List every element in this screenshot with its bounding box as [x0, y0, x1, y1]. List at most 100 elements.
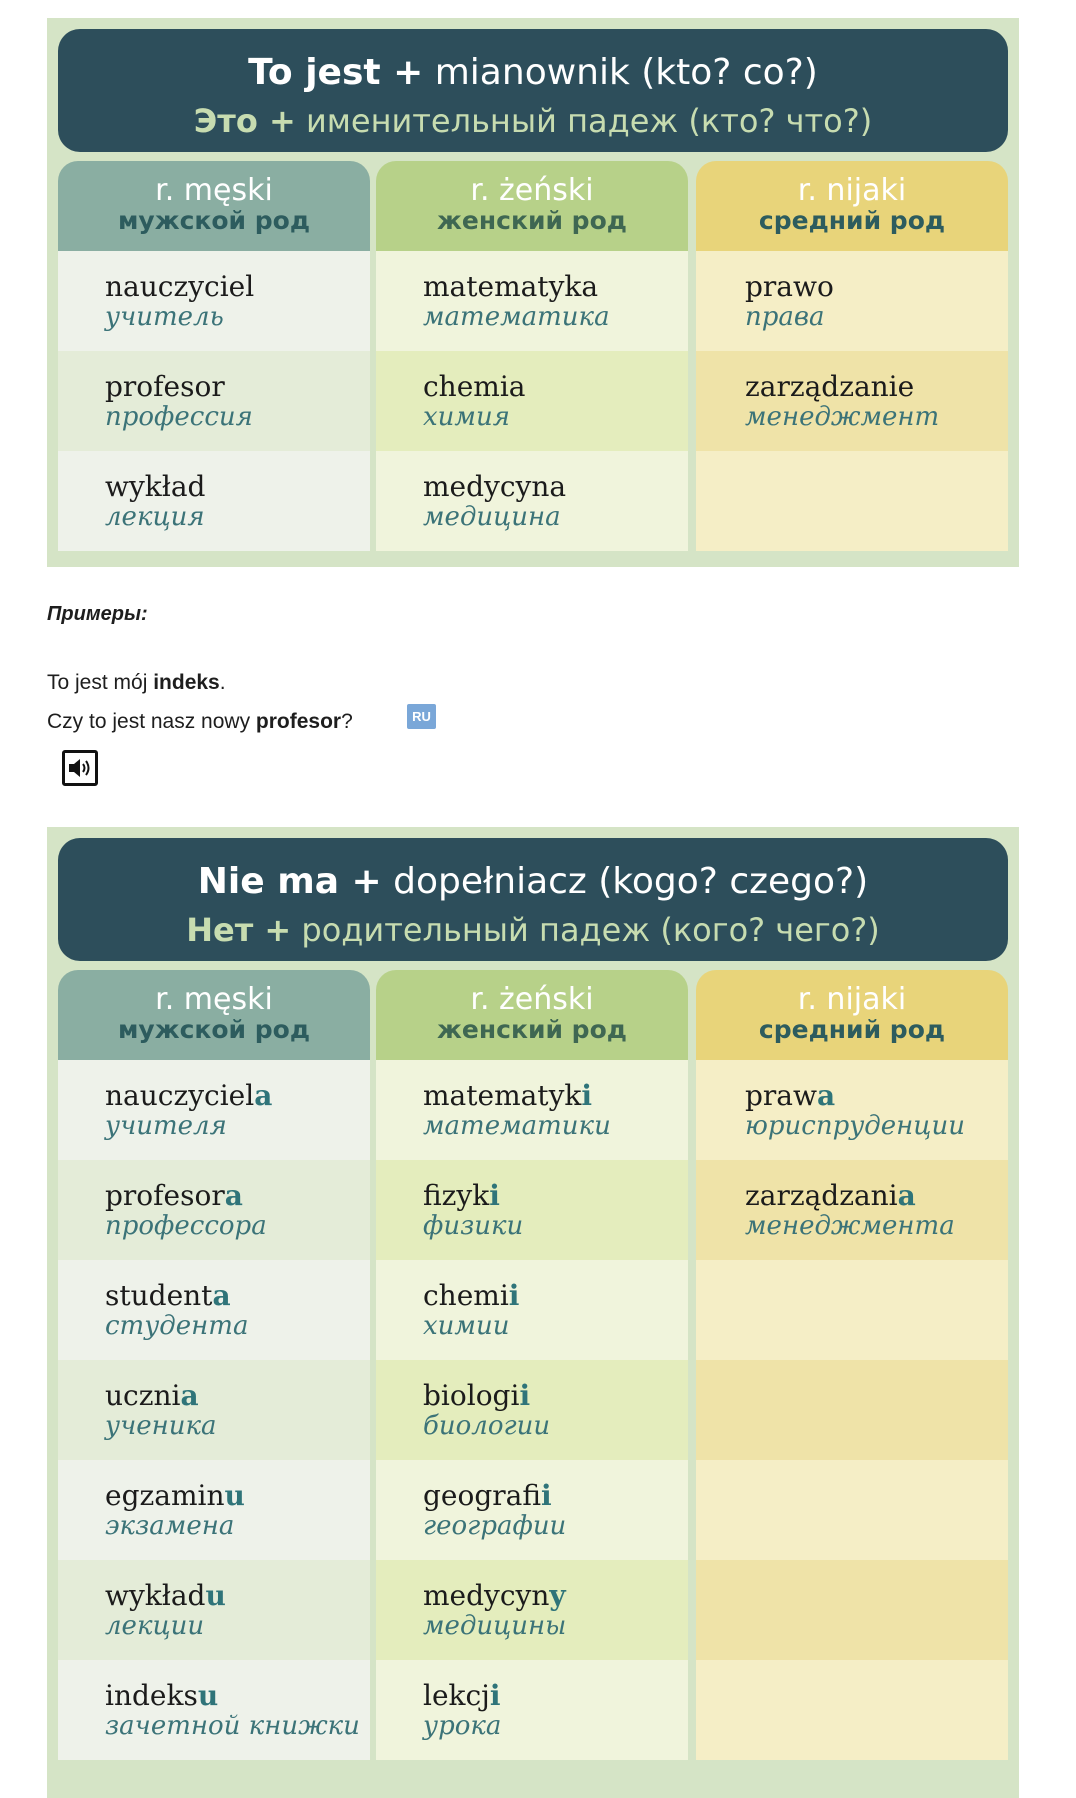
column-header: r. męski мужской род [58, 970, 370, 1060]
word-cell: wykład лекция [58, 451, 370, 551]
genitive-ending: y [549, 1579, 566, 1612]
header-ru: женский род [437, 206, 627, 235]
genitive-ending: u [205, 1579, 226, 1612]
column-feminine: r. żeński женский род matematyka математи… [376, 161, 688, 551]
word-cell: zarządzanie менеджмент [696, 351, 1008, 451]
word-pl: indeksu [105, 1679, 219, 1712]
word-pl: fizyki [423, 1179, 500, 1212]
header-ru: женский род [437, 1015, 627, 1044]
word-ru: менеджмента [745, 1211, 955, 1241]
word-pl: ucznia [105, 1379, 199, 1412]
genitive-ending: a [254, 1079, 273, 1112]
banner-title-ru: Это + именительный падеж (кто? что?) [193, 102, 873, 140]
word-pl: wykładu [105, 1579, 226, 1612]
genitive-ending: i [489, 1179, 500, 1212]
genitive-ending: i [519, 1379, 531, 1412]
header-pl: r. męski [155, 173, 273, 208]
word-pl: prawa [745, 1079, 836, 1112]
nominative-banner: To jest + mianownik (kto? co?) Это + име… [58, 29, 1008, 152]
empty-cell [696, 451, 1008, 551]
column-header: r. nijaki средний род [696, 970, 1008, 1060]
header-ru: средний род [758, 1015, 946, 1044]
header-pl: r. żeński [470, 173, 594, 208]
word-ru: урока [423, 1711, 502, 1741]
word-ru: химии [423, 1311, 510, 1341]
word-cell: prawa юриспруденции [696, 1060, 1008, 1160]
example-sentence-2: Czy to jest nasz nowy profesor? [47, 710, 353, 733]
word-cell: medycyna медицина [376, 451, 688, 551]
word-pl: medycyny [423, 1579, 566, 1612]
word-cell: indeksu зачетной книжки [58, 1660, 370, 1760]
word-cell: nauczyciela учителя [58, 1060, 370, 1160]
word-ru: студента [105, 1311, 249, 1341]
word-pl: chemii [423, 1279, 520, 1312]
genitive-table: Nie ma + dopełniacz (kogo? czego?) Нет +… [47, 827, 1019, 1798]
column-masculine: r. męski мужской род nauczyciela учителя p… [58, 970, 370, 1760]
header-pl: r. żeński [470, 982, 594, 1017]
column-masculine: r. męski мужской род nauczyciel учитель p… [58, 161, 370, 551]
nominative-table: To jest + mianownik (kto? co?) Это + име… [47, 18, 1019, 567]
word-cell: zarządzania менеджмента [696, 1160, 1008, 1260]
word-ru: математики [423, 1111, 611, 1141]
word-cell: profesor профессия [58, 351, 370, 451]
word-cell: prawo права [696, 251, 1008, 351]
word-ru: учителя [105, 1111, 227, 1141]
word-ru: профессора [105, 1211, 267, 1241]
word-cell: chemii химии [376, 1260, 688, 1360]
word-cell: profesora профессора [58, 1160, 370, 1260]
word-pl: profesora [105, 1179, 243, 1212]
header-pl: r. nijaki [797, 173, 907, 208]
banner-title-pl: To jest + mianownik (kto? co?) [248, 52, 818, 93]
word-ru: зачетной книжки [105, 1711, 360, 1741]
word-cell: geografii географии [376, 1460, 688, 1560]
header-ru: средний род [758, 206, 946, 235]
column-neuter: r. nijaki средний род prawo права zarządz… [696, 161, 1008, 551]
word-pl: lekcji [423, 1679, 501, 1712]
word-cell: biologii биологии [376, 1360, 688, 1460]
header-ru: мужской род [117, 1015, 311, 1044]
column-header: r. żeński женский род [376, 970, 688, 1060]
column-feminine: r. żeński женский род matematyki математи… [376, 970, 688, 1760]
word-cell: studenta студента [58, 1260, 370, 1360]
word-ru: географии [423, 1511, 567, 1541]
genitive-ending: a [224, 1179, 243, 1212]
speaker-icon [69, 759, 90, 777]
word-cell: nauczyciel учитель [58, 251, 370, 351]
empty-cell [696, 1460, 1008, 1560]
word-cell: fizyki физики [376, 1160, 688, 1260]
word-cell: lekcji урока [376, 1660, 688, 1760]
genitive-ending: a [212, 1279, 231, 1312]
word-cell: wykładu лекции [58, 1560, 370, 1660]
word-cell: chemia химия [376, 351, 688, 451]
examples-heading: Примеры: [47, 603, 148, 625]
column-neuter: r. nijaki средний род prawa юриспруденции… [696, 970, 1008, 1760]
word-ru: физики [423, 1211, 524, 1241]
word-pl: egzaminu [105, 1479, 245, 1512]
word-ru: юриспруденции [745, 1111, 965, 1141]
word-cell: medycyny медицины [376, 1560, 688, 1660]
column-header: r. żeński женский род [376, 161, 688, 251]
word-pl: studenta [105, 1279, 231, 1312]
word-ru: экзамена [105, 1511, 235, 1541]
genitive-ending: i [508, 1279, 520, 1312]
genitive-ending: a [897, 1179, 916, 1212]
word-pl: geografii [423, 1479, 552, 1512]
example-sentence-1: To jest mój indeks. [47, 671, 226, 694]
word-cell: matematyka математика [376, 251, 688, 351]
word-ru: биологии [423, 1411, 551, 1441]
header-pl: r. nijaki [797, 982, 907, 1017]
genitive-banner: Nie ma + dopełniacz (kogo? czego?) Нет +… [58, 838, 1008, 961]
audio-play-button[interactable] [62, 750, 98, 786]
header-pl: r. męski [155, 982, 273, 1017]
column-header: r. nijaki средний род [696, 161, 1008, 251]
translation-ru-button[interactable]: RU [407, 704, 436, 729]
genitive-ending: a [180, 1379, 199, 1412]
banner-title-ru: Нет + родительный падеж (кого? чего?) [186, 911, 880, 949]
word-cell: ucznia ученика [58, 1360, 370, 1460]
genitive-ending: i [581, 1079, 592, 1112]
genitive-ending: i [541, 1479, 552, 1512]
word-pl: biologii [423, 1379, 531, 1412]
genitive-ending: i [489, 1679, 501, 1712]
word-cell: egzaminu экзамена [58, 1460, 370, 1560]
empty-cell [696, 1560, 1008, 1660]
